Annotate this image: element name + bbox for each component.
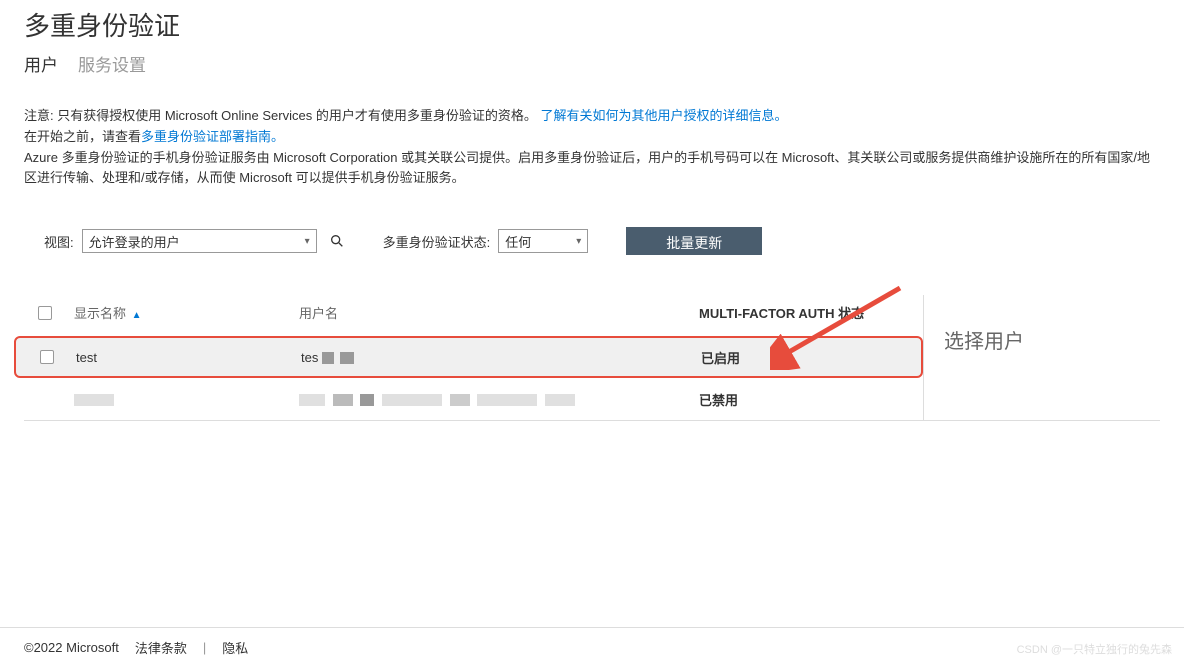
notice-line2-prefix: 在开始之前，请查看 bbox=[24, 129, 141, 144]
mfa-status-label: 多重身份验证状态: bbox=[383, 232, 491, 251]
page-title: 多重身份验证 bbox=[24, 0, 1160, 43]
col-username[interactable]: 用户名 bbox=[299, 303, 699, 322]
footer-separator: | bbox=[203, 640, 206, 655]
chevron-down-icon: ▾ bbox=[576, 236, 581, 247]
cell-display-name: test bbox=[76, 350, 301, 365]
search-icon[interactable] bbox=[329, 233, 345, 249]
bulk-update-button[interactable]: 批量更新 bbox=[626, 227, 762, 255]
notice-line1: 注意: 只有获得授权使用 Microsoft Online Services 的… bbox=[24, 108, 540, 123]
footer: ©2022 Microsoft 法律条款 | 隐私 bbox=[0, 627, 1184, 667]
side-panel: 选择用户 bbox=[923, 295, 1160, 420]
toolbar: 视图: 允许登录的用户 ▾ 多重身份验证状态: 任何 ▾ 批量更新 bbox=[24, 227, 1160, 255]
table-header: 显示名称 ▲ 用户名 MULTI-FACTOR AUTH 状态 bbox=[24, 295, 923, 336]
cell-username: tes bbox=[301, 350, 701, 365]
mfa-status-select[interactable]: 任何 ▾ bbox=[498, 229, 588, 253]
select-all-checkbox[interactable] bbox=[38, 306, 52, 320]
cell-display-name bbox=[74, 392, 299, 407]
sort-ascending-icon: ▲ bbox=[132, 310, 142, 321]
cell-status: 已禁用 bbox=[699, 390, 919, 409]
footer-copyright: ©2022 Microsoft bbox=[24, 640, 119, 655]
notice-line3: Azure 多重身份验证的手机身份验证服务由 Microsoft Corpora… bbox=[24, 148, 1160, 190]
view-select[interactable]: 允许登录的用户 ▾ bbox=[82, 229, 317, 253]
mfa-status-value: 任何 bbox=[505, 232, 531, 251]
cell-username bbox=[299, 392, 699, 407]
learn-more-link[interactable]: 了解有关如何为其他用户授权的详细信息。 bbox=[540, 108, 787, 123]
chevron-down-icon: ▾ bbox=[305, 236, 310, 247]
tabs: 用户 服务设置 bbox=[24, 51, 1160, 76]
watermark: CSDN @一只特立独行的兔先森 bbox=[1017, 641, 1172, 657]
col-mfa-status[interactable]: MULTI-FACTOR AUTH 状态 bbox=[699, 303, 919, 322]
display-name-header: 显示名称 bbox=[74, 306, 126, 321]
footer-privacy-link[interactable]: 隐私 bbox=[222, 638, 248, 657]
tab-users[interactable]: 用户 bbox=[24, 51, 58, 76]
deployment-guide-link[interactable]: 多重身份验证部署指南。 bbox=[141, 129, 284, 144]
notice-text: 注意: 只有获得授权使用 Microsoft Online Services 的… bbox=[24, 106, 1160, 189]
tab-service-settings[interactable]: 服务设置 bbox=[78, 51, 146, 76]
table-area: 显示名称 ▲ 用户名 MULTI-FACTOR AUTH 状态 test tes… bbox=[24, 295, 1160, 421]
users-table: 显示名称 ▲ 用户名 MULTI-FACTOR AUTH 状态 test tes… bbox=[24, 295, 923, 420]
footer-legal-link[interactable]: 法律条款 bbox=[135, 638, 187, 657]
view-select-value: 允许登录的用户 bbox=[89, 232, 180, 251]
side-panel-text: 选择用户 bbox=[944, 325, 1024, 354]
table-row[interactable]: 已禁用 bbox=[24, 378, 923, 420]
row-checkbox[interactable] bbox=[40, 350, 54, 364]
col-display-name[interactable]: 显示名称 ▲ bbox=[74, 303, 299, 322]
table-row[interactable]: test tes 已启用 bbox=[14, 336, 923, 378]
view-label: 视图: bbox=[44, 232, 74, 251]
cell-status: 已启用 bbox=[701, 348, 921, 367]
